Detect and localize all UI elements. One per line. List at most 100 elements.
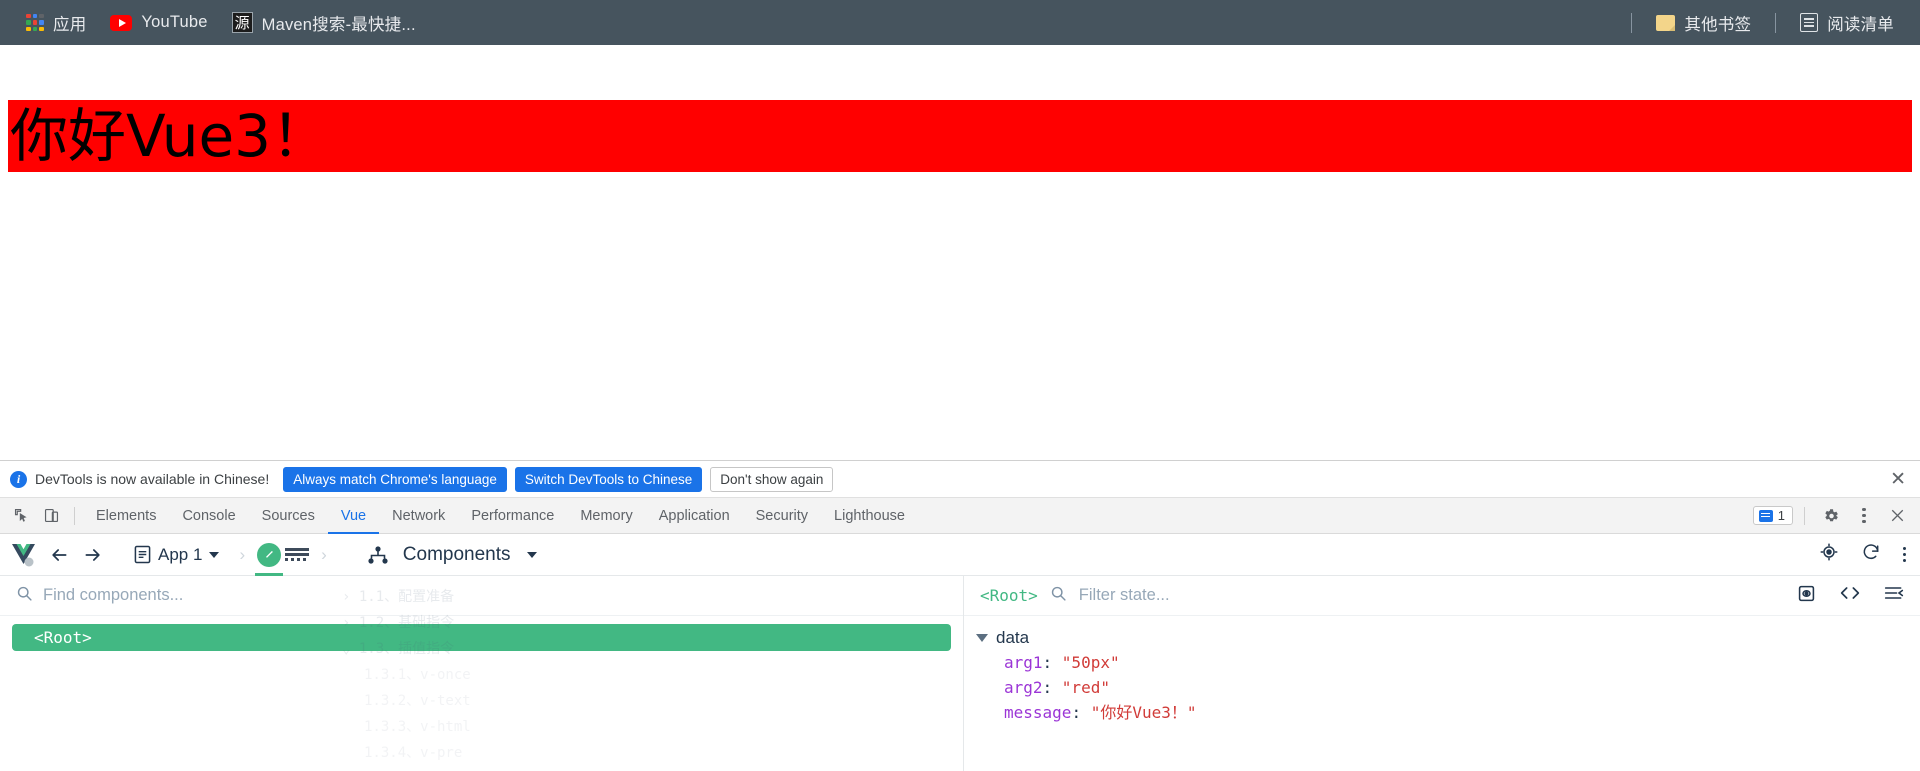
state-group-data[interactable]: data [976, 626, 1920, 650]
app-selector[interactable]: App 1 [126, 541, 227, 569]
collapse-all-icon[interactable] [1884, 584, 1904, 607]
chevron-down-icon[interactable] [526, 551, 537, 558]
info-icon: i [10, 470, 27, 488]
component-name: <Root> [34, 628, 92, 647]
state-value: "red" [1061, 678, 1110, 697]
breadcrumb-chevron-icon: › [321, 544, 327, 564]
devtools-language-notice: i DevTools is now available in Chinese! … [0, 461, 1920, 498]
search-icon [16, 585, 33, 607]
bookmark-label: YouTube [141, 13, 208, 31]
state-content: data arg1: "50px" arg2: "red" message: "… [964, 616, 1920, 725]
triangle-down-icon [976, 634, 988, 642]
divider [1804, 506, 1805, 525]
state-group-label: data [996, 628, 1030, 647]
tab-sources[interactable]: Sources [249, 498, 328, 534]
state-value: "你好Vue3！" [1090, 703, 1197, 722]
search-icon [1050, 585, 1067, 607]
tab-memory[interactable]: Memory [567, 498, 645, 534]
more-vertical-icon[interactable] [1851, 503, 1877, 529]
gear-icon[interactable] [1818, 503, 1844, 529]
component-tree-icon [367, 545, 389, 565]
app-selector-label: App 1 [158, 544, 203, 564]
breadcrumb-chevron-icon: › [239, 544, 246, 564]
grid-icon[interactable] [285, 545, 310, 565]
message-count-badge[interactable]: 1 [1752, 506, 1793, 525]
close-icon[interactable]: ✕ [1890, 470, 1906, 489]
colon: : [1042, 653, 1062, 672]
component-tree-item-root[interactable]: <Root> [12, 624, 951, 651]
tab-elements[interactable]: Elements [83, 498, 169, 534]
bookmark-item-maven[interactable]: 源 Maven搜索-最快捷... [220, 7, 428, 39]
devtools-panel: i DevTools is now available in Chinese! … [0, 460, 1920, 771]
bookmarks-bar: 应用 YouTube 源 Maven搜索-最快捷... 其他书签 阅读清单 [0, 0, 1920, 45]
page-viewport: 你好Vue3！ [0, 45, 1920, 460]
tab-lighthouse[interactable]: Lighthouse [821, 498, 918, 534]
devtools-tab-bar: Elements Console Sources Vue Network Per… [0, 498, 1920, 534]
state-header-actions [1797, 584, 1904, 608]
bookmark-item-apps[interactable]: 应用 [14, 7, 98, 39]
tab-vue[interactable]: Vue [328, 498, 379, 534]
maven-icon: 源 [231, 12, 253, 33]
state-key: message [1004, 703, 1072, 722]
reading-list-label: 阅读清单 [1827, 15, 1894, 34]
state-entry[interactable]: arg1: "50px" [976, 650, 1920, 675]
state-key: arg1 [1004, 653, 1043, 672]
chevron-down-icon [209, 551, 220, 558]
reading-list-icon [1800, 13, 1819, 32]
message-banner: 你好Vue3！ [8, 100, 1912, 172]
state-entry[interactable]: arg2: "red" [976, 675, 1920, 700]
state-entry[interactable]: message: "你好Vue3！" [976, 700, 1920, 725]
folder-icon [1656, 14, 1676, 31]
other-bookmarks-button[interactable]: 其他书签 [1644, 7, 1763, 39]
open-in-editor-icon[interactable] [1840, 584, 1860, 607]
message-count: 1 [1777, 508, 1785, 523]
switch-to-chinese-button[interactable]: Switch DevTools to Chinese [514, 466, 703, 492]
tab-performance[interactable]: Performance [458, 498, 567, 534]
state-value: "50px" [1061, 653, 1120, 672]
refresh-icon[interactable] [1861, 542, 1881, 567]
tab-security[interactable]: Security [743, 498, 821, 534]
vue-devtools-body: › 1.1、配置准备 › 1.2、基础指令 ⌄ 1.3、插值指令 1.3.1、v… [0, 576, 1920, 771]
search-input[interactable] [43, 586, 835, 605]
inspect-dom-icon[interactable] [1797, 584, 1816, 608]
state-header: <Root> [964, 576, 1920, 616]
devtools-tab-bar-right: 1 [1752, 503, 1912, 529]
vue-toolbar-right [1819, 542, 1906, 567]
more-vertical-icon[interactable] [1902, 546, 1906, 563]
divider [74, 506, 75, 525]
other-bookmarks-label: 其他书签 [1684, 15, 1752, 34]
apps-grid-icon [26, 13, 44, 32]
message-icon [1758, 509, 1773, 522]
colon: : [1071, 703, 1091, 722]
close-icon[interactable] [1884, 503, 1910, 529]
component-tree-pane: <Root> [0, 576, 964, 771]
find-components-bar [0, 576, 963, 616]
vue-instance-icon[interactable] [255, 542, 284, 576]
app-icon [134, 545, 151, 564]
youtube-icon [110, 14, 133, 31]
selected-component-name: <Root> [980, 586, 1038, 605]
divider [1775, 12, 1777, 33]
colon: : [1042, 678, 1062, 697]
target-select-icon[interactable] [1819, 542, 1839, 567]
tab-console[interactable]: Console [169, 498, 248, 534]
divider [1631, 12, 1633, 33]
tab-application[interactable]: Application [646, 498, 743, 534]
view-label: Components [402, 543, 511, 565]
bookmark-label: Maven搜索-最快捷... [261, 15, 416, 34]
forward-arrow-icon[interactable] [78, 540, 108, 570]
device-toolbar-icon[interactable] [38, 503, 64, 529]
state-key: arg2 [1004, 678, 1043, 697]
vue-logo-icon [10, 541, 40, 569]
dont-show-again-button[interactable]: Don't show again [710, 466, 834, 492]
filter-state-input[interactable] [1078, 586, 1479, 605]
back-arrow-icon[interactable] [44, 540, 74, 570]
always-match-language-button[interactable]: Always match Chrome's language [283, 466, 507, 492]
bookmark-label: 应用 [53, 15, 87, 34]
tab-network[interactable]: Network [379, 498, 458, 534]
reading-list-button[interactable]: 阅读清单 [1788, 7, 1906, 39]
bookmark-item-youtube[interactable]: YouTube [98, 9, 219, 36]
notice-text: DevTools is now available in Chinese! [35, 471, 270, 487]
vue-devtools-toolbar: App 1 › › Components [0, 534, 1920, 576]
inspect-element-icon[interactable] [8, 503, 34, 529]
